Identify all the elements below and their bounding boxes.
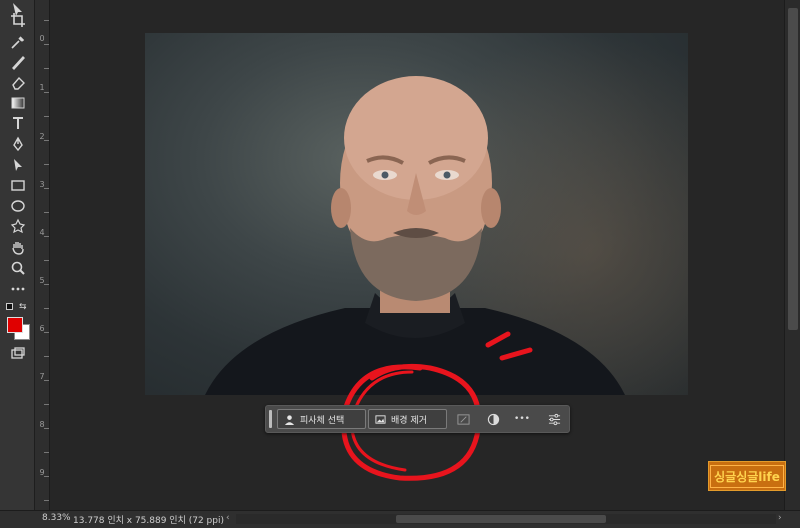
crop-icon[interactable]	[6, 11, 30, 29]
scroll-right-icon[interactable]: ›	[778, 513, 782, 523]
pen-icon[interactable]	[6, 135, 30, 153]
remove-background-button[interactable]: 배경 제거	[368, 409, 447, 429]
more-tools-icon[interactable]	[6, 280, 30, 298]
watermark-logo: 싱글싱글life	[708, 461, 786, 491]
path-selection-icon[interactable]	[6, 156, 30, 174]
rectangle-icon[interactable]	[6, 176, 30, 194]
portrait-photo[interactable]	[145, 33, 688, 395]
status-bar: 8.33% 13.778 인치 x 75.889 인치 (72 ppi) ‹ ›	[0, 510, 800, 528]
vertical-ruler: 0 1 2 3 4 5 6 7 8 9	[35, 0, 50, 510]
vertical-scrollbar[interactable]	[784, 0, 800, 510]
settings-sliders-icon[interactable]	[546, 411, 562, 427]
drag-handle[interactable]	[269, 410, 272, 428]
horizontal-scrollbar[interactable]	[236, 514, 776, 524]
remove-background-label: 배경 제거	[391, 415, 427, 426]
tools-panel: ⇆	[0, 0, 35, 510]
adjustment-icon[interactable]	[485, 411, 501, 427]
person-icon	[284, 414, 295, 425]
brush-icon[interactable]	[6, 53, 30, 71]
image-icon	[375, 414, 386, 424]
type-icon[interactable]	[6, 114, 30, 132]
scroll-left-icon[interactable]: ‹	[226, 513, 230, 523]
eyedropper-icon[interactable]	[6, 33, 30, 51]
document-info[interactable]: 13.778 인치 x 75.889 인치 (72 ppi)	[73, 513, 224, 526]
horizontal-scroll-thumb[interactable]	[396, 515, 606, 523]
ruler-label: 0	[39, 34, 45, 43]
hand-icon[interactable]	[6, 238, 30, 256]
contextual-task-bar: 피사체 선택 배경 제거 •••	[265, 405, 570, 433]
watermark-text: 싱글싱글life	[710, 464, 784, 488]
vertical-scroll-thumb[interactable]	[788, 8, 798, 330]
ellipse-icon[interactable]	[6, 197, 30, 215]
zoom-level[interactable]: 8.33%	[42, 513, 71, 523]
zoom-icon[interactable]	[6, 259, 30, 277]
default-colors-icon[interactable]	[6, 303, 15, 312]
swap-colors-icon[interactable]: ⇆	[19, 302, 27, 312]
custom-shape-icon[interactable]	[6, 217, 30, 235]
generative-fill-icon[interactable]	[455, 411, 471, 427]
screen-mode-icon[interactable]	[6, 344, 30, 362]
more-options-icon[interactable]: •••	[514, 411, 530, 427]
select-subject-label: 피사체 선택	[300, 415, 345, 426]
eraser-icon[interactable]	[6, 73, 30, 91]
foreground-color-swatch[interactable]	[7, 317, 23, 333]
ruler-label: 1	[39, 83, 45, 92]
gradient-icon[interactable]	[6, 94, 30, 112]
select-subject-button[interactable]: 피사체 선택	[277, 409, 366, 429]
